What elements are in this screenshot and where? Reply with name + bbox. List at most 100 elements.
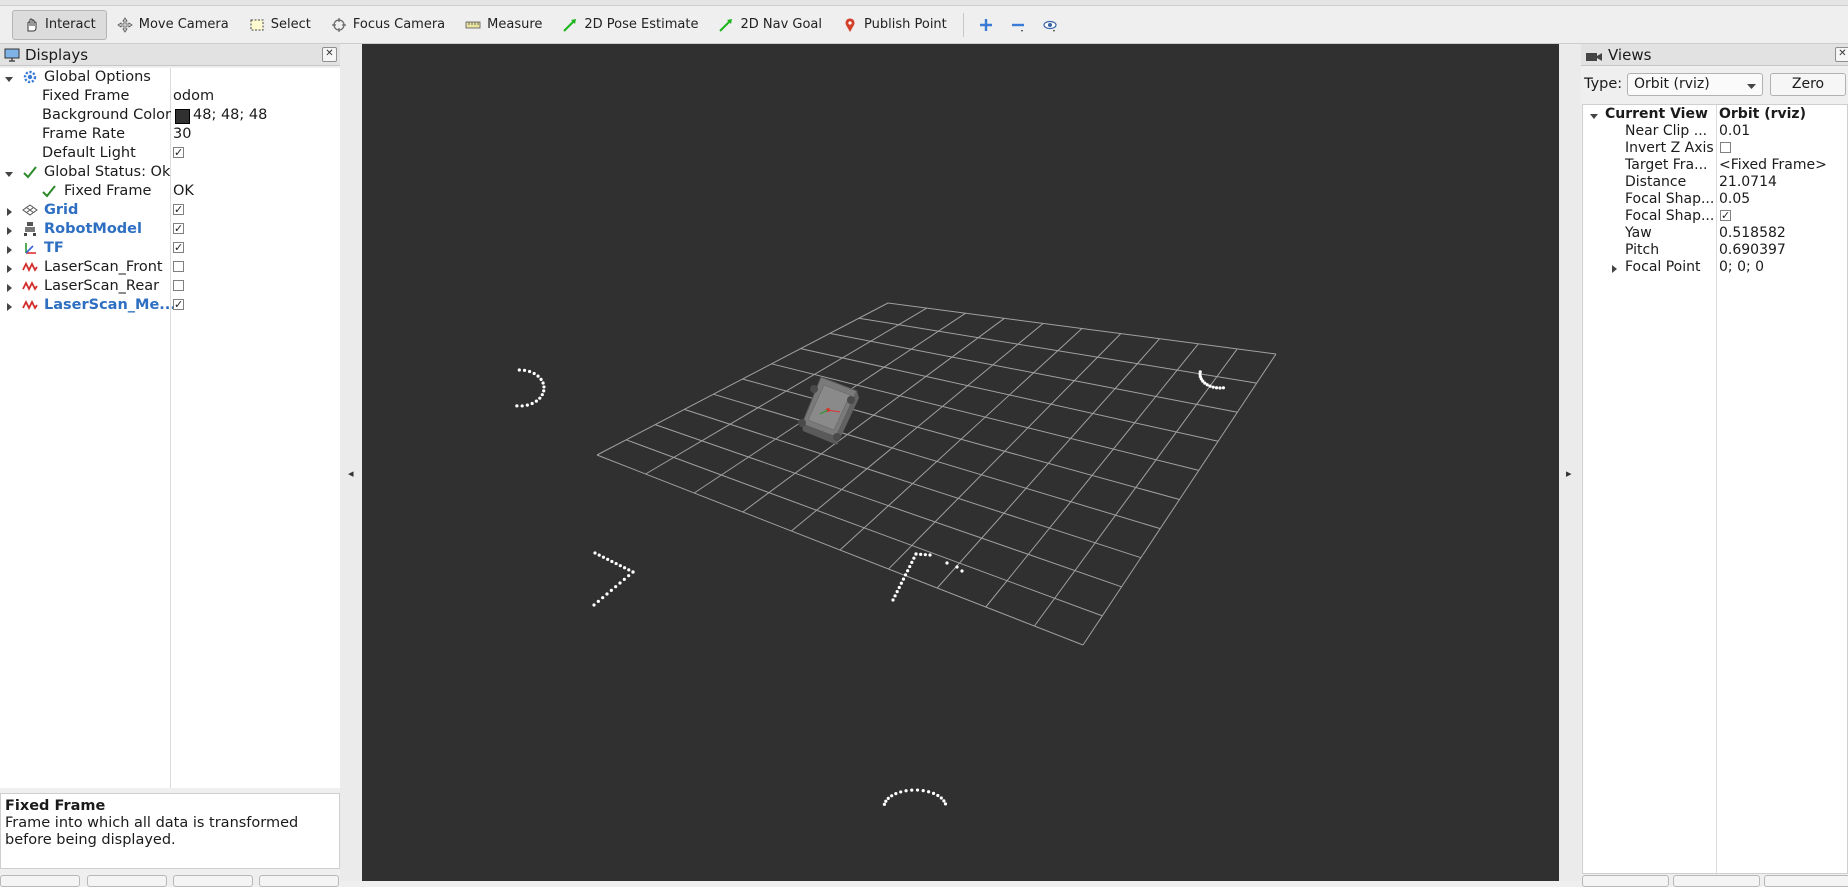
tf-checkbox[interactable]: ✓ <box>173 242 184 253</box>
scan-point <box>960 569 964 573</box>
views-row-focal-shape-fixed[interactable]: Focal Shap... ✓ <box>1583 208 1848 225</box>
views-row-distance[interactable]: Distance 21.0714 <box>1583 174 1848 191</box>
scan-point <box>532 371 536 376</box>
views-row-target-frame[interactable]: Target Fra... <Fixed Frame> <box>1583 157 1848 174</box>
grid-line <box>888 333 1122 570</box>
add-display-button[interactable] <box>0 875 80 887</box>
grid-line <box>713 393 1161 530</box>
tree-row-frame-rate[interactable]: Frame Rate 30 <box>0 125 340 144</box>
scan-point <box>894 792 898 796</box>
focal-shape-size-value[interactable]: 0.05 <box>1719 191 1750 208</box>
focal-shape-fixed-checkbox[interactable]: ✓ <box>1720 210 1731 221</box>
remove-display-button[interactable] <box>173 875 253 887</box>
collapsed-arrow-icon[interactable] <box>4 224 14 235</box>
scan-point <box>936 793 940 798</box>
views-row-near-clip[interactable]: Near Clip ... 0.01 <box>1583 123 1848 140</box>
scan-point <box>520 404 524 408</box>
gear-icon <box>22 69 38 85</box>
collapsed-arrow-icon[interactable] <box>4 262 14 273</box>
pose-estimate-tool-button[interactable]: 2D Pose Estimate <box>552 10 708 40</box>
tree-row-fixed-frame[interactable]: Fixed Frame odom <box>0 87 340 106</box>
remove-view-button[interactable] <box>1673 875 1760 887</box>
color-swatch[interactable] <box>175 109 190 124</box>
tree-row-default-light[interactable]: Default Light ✓ <box>0 144 340 163</box>
right-splitter-handle[interactable]: ▸ <box>1559 44 1581 881</box>
scan-point <box>931 791 936 795</box>
views-row-focal-point[interactable]: Focal Point 0; 0; 0 <box>1583 259 1848 276</box>
tree-row-global-status[interactable]: Global Status: Ok <box>0 163 340 182</box>
rename-view-button[interactable] <box>1764 875 1848 887</box>
rename-display-button[interactable] <box>259 875 339 887</box>
nav-goal-tool-button[interactable]: 2D Nav Goal <box>708 10 832 40</box>
view-type-dropdown[interactable]: Orbit (rviz) <box>1627 73 1763 96</box>
scan-point <box>906 569 910 573</box>
select-tool-button[interactable]: Select <box>239 10 321 40</box>
target-frame-value[interactable]: <Fixed Frame> <box>1719 157 1827 174</box>
views-panel-title: Views <box>1581 44 1848 66</box>
tree-row-laserscan-rear[interactable]: LaserScan_Rear <box>0 277 340 296</box>
grid-line <box>1082 353 1277 646</box>
focal-point-value[interactable]: 0; 0; 0 <box>1719 259 1764 276</box>
tree-row-status-fixed-frame[interactable]: Fixed Frame OK <box>0 182 340 201</box>
tree-row-robotmodel[interactable]: RobotModel ✓ <box>0 220 340 239</box>
move-camera-tool-button[interactable]: Move Camera <box>107 10 239 40</box>
displays-close-icon[interactable]: ✕ <box>322 47 337 62</box>
scan-point <box>596 599 600 603</box>
measure-tool-button[interactable]: Measure <box>455 10 552 40</box>
save-view-button[interactable] <box>1582 875 1669 887</box>
tree-row-laserscan-front[interactable]: LaserScan_Front <box>0 258 340 277</box>
scan-point <box>601 555 606 559</box>
laserscan-merged-checkbox[interactable]: ✓ <box>173 299 184 310</box>
tree-row-tf[interactable]: TF ✓ <box>0 239 340 258</box>
scan-point <box>915 788 920 792</box>
robotmodel-checkbox[interactable]: ✓ <box>173 223 184 234</box>
collapsed-arrow-icon[interactable] <box>4 300 14 311</box>
yaw-value[interactable]: 0.518582 <box>1719 225 1786 242</box>
collapse-left-arrow-icon[interactable]: ◂ <box>348 467 354 480</box>
frame-rate-value[interactable]: 30 <box>173 125 191 144</box>
zero-button[interactable]: Zero <box>1770 73 1846 96</box>
collapsed-arrow-icon[interactable] <box>4 281 14 292</box>
scan-point <box>886 796 890 800</box>
add-tool-button[interactable] <box>970 10 1002 40</box>
publish-point-tool-button[interactable]: Publish Point <box>832 10 957 40</box>
interact-tool-button[interactable]: Interact <box>12 9 107 40</box>
tree-row-grid[interactable]: Grid ✓ <box>0 201 340 220</box>
pitch-value[interactable]: 0.690397 <box>1719 242 1786 259</box>
views-close-icon[interactable]: ✕ <box>1835 47 1848 62</box>
near-clip-value[interactable]: 0.01 <box>1719 123 1750 140</box>
left-splitter-handle[interactable]: ◂ <box>340 44 362 881</box>
views-row-invert-z[interactable]: Invert Z Axis <box>1583 140 1848 157</box>
fixed-frame-value[interactable]: odom <box>173 87 214 106</box>
3d-render-viewport[interactable] <box>362 44 1559 881</box>
focus-camera-tool-button[interactable]: Focus Camera <box>321 10 455 40</box>
scan-point <box>890 794 894 798</box>
remove-tool-button[interactable] <box>1002 10 1034 40</box>
tree-row-global-options[interactable]: Global Options <box>0 68 340 87</box>
views-row-focal-shape-size[interactable]: Focal Shap... 0.05 <box>1583 191 1848 208</box>
grid-line <box>625 439 1103 617</box>
tool-properties-button[interactable] <box>1034 10 1066 40</box>
laserscan-front-checkbox[interactable] <box>173 261 184 272</box>
default-light-checkbox[interactable]: ✓ <box>173 147 184 158</box>
duplicate-display-button[interactable] <box>87 875 167 887</box>
background-color-value[interactable]: 48; 48; 48 <box>193 106 267 125</box>
invert-z-checkbox[interactable] <box>1720 142 1731 153</box>
views-row-pitch[interactable]: Pitch 0.690397 <box>1583 242 1848 259</box>
collapsed-arrow-icon[interactable] <box>4 243 14 254</box>
tree-row-laserscan-merged[interactable]: LaserScan_Me... ✓ <box>0 296 340 315</box>
views-row-current-view[interactable]: Current View Orbit (rviz) <box>1583 106 1848 123</box>
view-type-value: Orbit (rviz) <box>1634 76 1710 92</box>
views-row-yaw[interactable]: Yaw 0.518582 <box>1583 225 1848 242</box>
scan-point <box>631 570 635 574</box>
scan-point <box>609 588 613 592</box>
expanded-arrow-icon[interactable] <box>4 72 14 82</box>
tree-row-background-color[interactable]: Background Color 48; 48; 48 <box>0 106 340 125</box>
distance-value[interactable]: 21.0714 <box>1719 174 1777 191</box>
collapse-right-arrow-icon[interactable]: ▸ <box>1566 467 1572 480</box>
collapsed-arrow-icon[interactable] <box>4 205 14 216</box>
expanded-arrow-icon[interactable] <box>4 167 14 177</box>
collapsed-arrow-icon[interactable] <box>1609 262 1619 278</box>
laserscan-rear-checkbox[interactable] <box>173 280 184 291</box>
grid-checkbox[interactable]: ✓ <box>173 204 184 215</box>
